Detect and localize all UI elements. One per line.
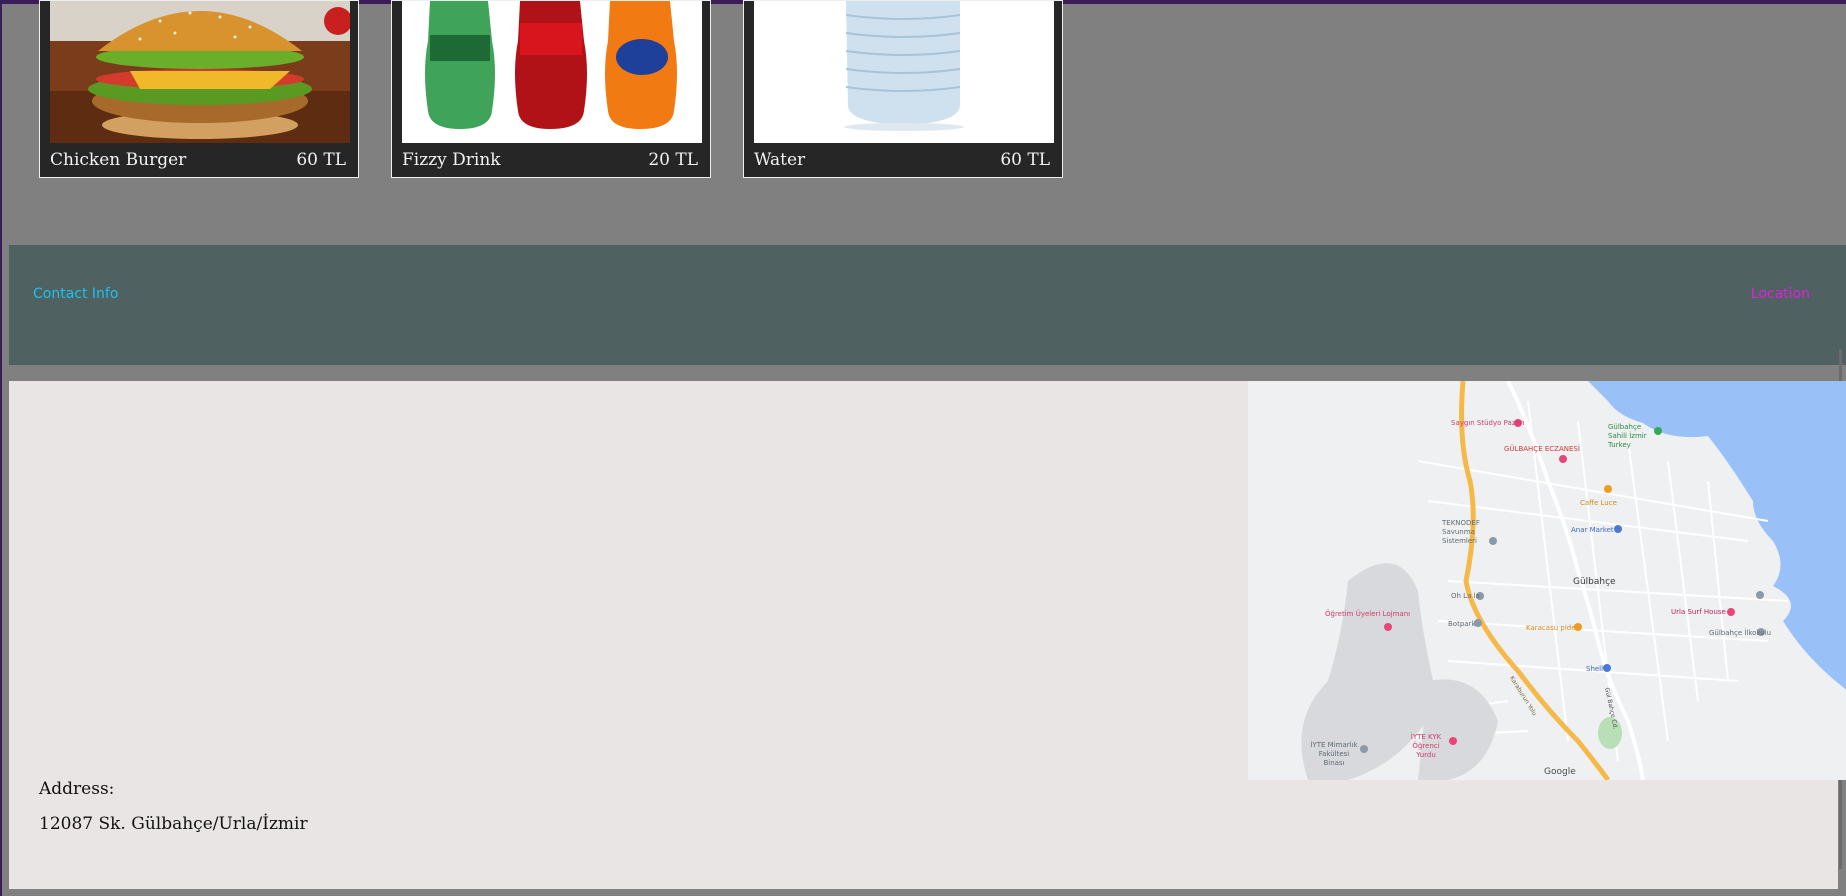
product-price: 60 TL: [296, 150, 346, 170]
product-price: 20 TL: [648, 150, 698, 170]
map-label: Saygın Stüdyo Pazarı: [1451, 419, 1525, 427]
map-label: Oh La la: [1451, 592, 1480, 600]
map-label: Karacasu pide: [1526, 624, 1576, 632]
footer-nav: Contact Info Location: [9, 245, 1846, 365]
location-link[interactable]: Location: [1751, 286, 1810, 302]
map-label: Botpark: [1448, 620, 1476, 628]
product-card-chicken-burger[interactable]: Chicken Burger 60 TL: [39, 0, 359, 178]
burger-image: [50, 1, 350, 143]
map-label: Gülbahçe Sahili İzmir Turkey: [1608, 423, 1647, 449]
map-label: Shell: [1586, 665, 1604, 673]
map-label: Anar Market: [1571, 526, 1614, 534]
map-label: GÜLBAHÇE ECZANESİ: [1504, 445, 1580, 453]
google-logo: Google: [1544, 767, 1576, 777]
product-name: Water: [754, 150, 806, 170]
contact-info-panel: Saygın Stüdyo Pazarı GÜLBAHÇE ECZANESİ C…: [9, 381, 1846, 889]
product-name: Chicken Burger: [50, 150, 187, 170]
map-label: Gülbahçe: [1573, 577, 1616, 587]
product-card-fizzy-drink[interactable]: Fizzy Drink 20 TL: [391, 0, 711, 178]
contact-info-link[interactable]: Contact Info: [33, 286, 118, 302]
water-bottle-image: [754, 1, 1054, 143]
left-border: [0, 0, 2, 896]
product-card-water[interactable]: Water 60 TL: [743, 0, 1063, 178]
map-label: Öğretim Üyeleri Lojmanı: [1325, 610, 1411, 618]
map-label: Urla Surf House: [1671, 608, 1726, 616]
location-map[interactable]: Saygın Stüdyo Pazarı GÜLBAHÇE ECZANESİ C…: [1248, 381, 1846, 780]
map-label: İYTE Mimarlık Fakültesi Binası: [1310, 741, 1358, 767]
map-label: TEKNODEF Savunma Sistemleri: [1442, 519, 1480, 545]
address-value: 12087 Sk. Gülbahçe/Urla/İzmir: [39, 814, 308, 834]
map-label: Gülbahçe İlkokulu: [1709, 629, 1772, 637]
product-price: 60 TL: [1000, 150, 1050, 170]
soda-bottles-image: [402, 1, 702, 143]
address-label: Address:: [39, 779, 115, 799]
product-name: Fizzy Drink: [402, 150, 501, 170]
map-label: İYTE KYK Öğrenci Yurdu: [1410, 733, 1442, 759]
map-label: Caffe Luce: [1580, 499, 1617, 507]
